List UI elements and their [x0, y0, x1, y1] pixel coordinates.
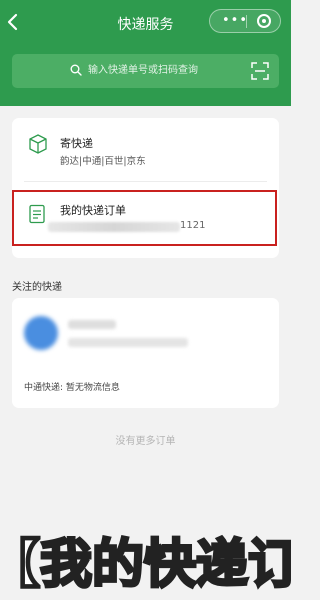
overlay-caption-text: 【我的快递订 [0, 534, 291, 597]
close-mini-program-icon[interactable] [257, 14, 271, 28]
carrier-logo-avatar [24, 316, 58, 350]
package-box-icon [29, 134, 47, 154]
capsule-divider [246, 15, 247, 28]
mini-program-capsule: ••• [209, 9, 281, 33]
send-express-title: 寄快递 [60, 137, 93, 150]
followed-section-label: 关注的快递 [12, 282, 62, 293]
tracking-status-text: 中通快递: 暂无物流信息 [24, 383, 120, 393]
overlay-caption: 【我的快递订 [0, 532, 291, 600]
send-express-row[interactable]: 寄快递 韵达|中通|百世|京东 [12, 118, 279, 180]
search-bar[interactable]: 输入快递单号或扫码查询 [12, 54, 279, 88]
search-placeholder: 输入快递单号或扫码查询 [88, 65, 198, 76]
more-options-icon[interactable]: ••• [222, 14, 248, 28]
send-express-carriers: 韵达|中通|百世|京东 [60, 156, 146, 167]
blurred-package-status [68, 320, 116, 329]
app-header: 快递服务 ••• 输入快递单号或扫码查询 [0, 0, 291, 106]
no-more-orders-text: 没有更多订单 [115, 436, 176, 447]
row-divider [24, 181, 267, 182]
search-icon [70, 64, 82, 76]
followed-package-card[interactable]: 中通快递: 暂无物流信息 [12, 298, 279, 408]
scan-icon[interactable] [251, 62, 269, 80]
blurred-package-detail [68, 338, 188, 347]
annotation-highlight-box [12, 190, 277, 246]
